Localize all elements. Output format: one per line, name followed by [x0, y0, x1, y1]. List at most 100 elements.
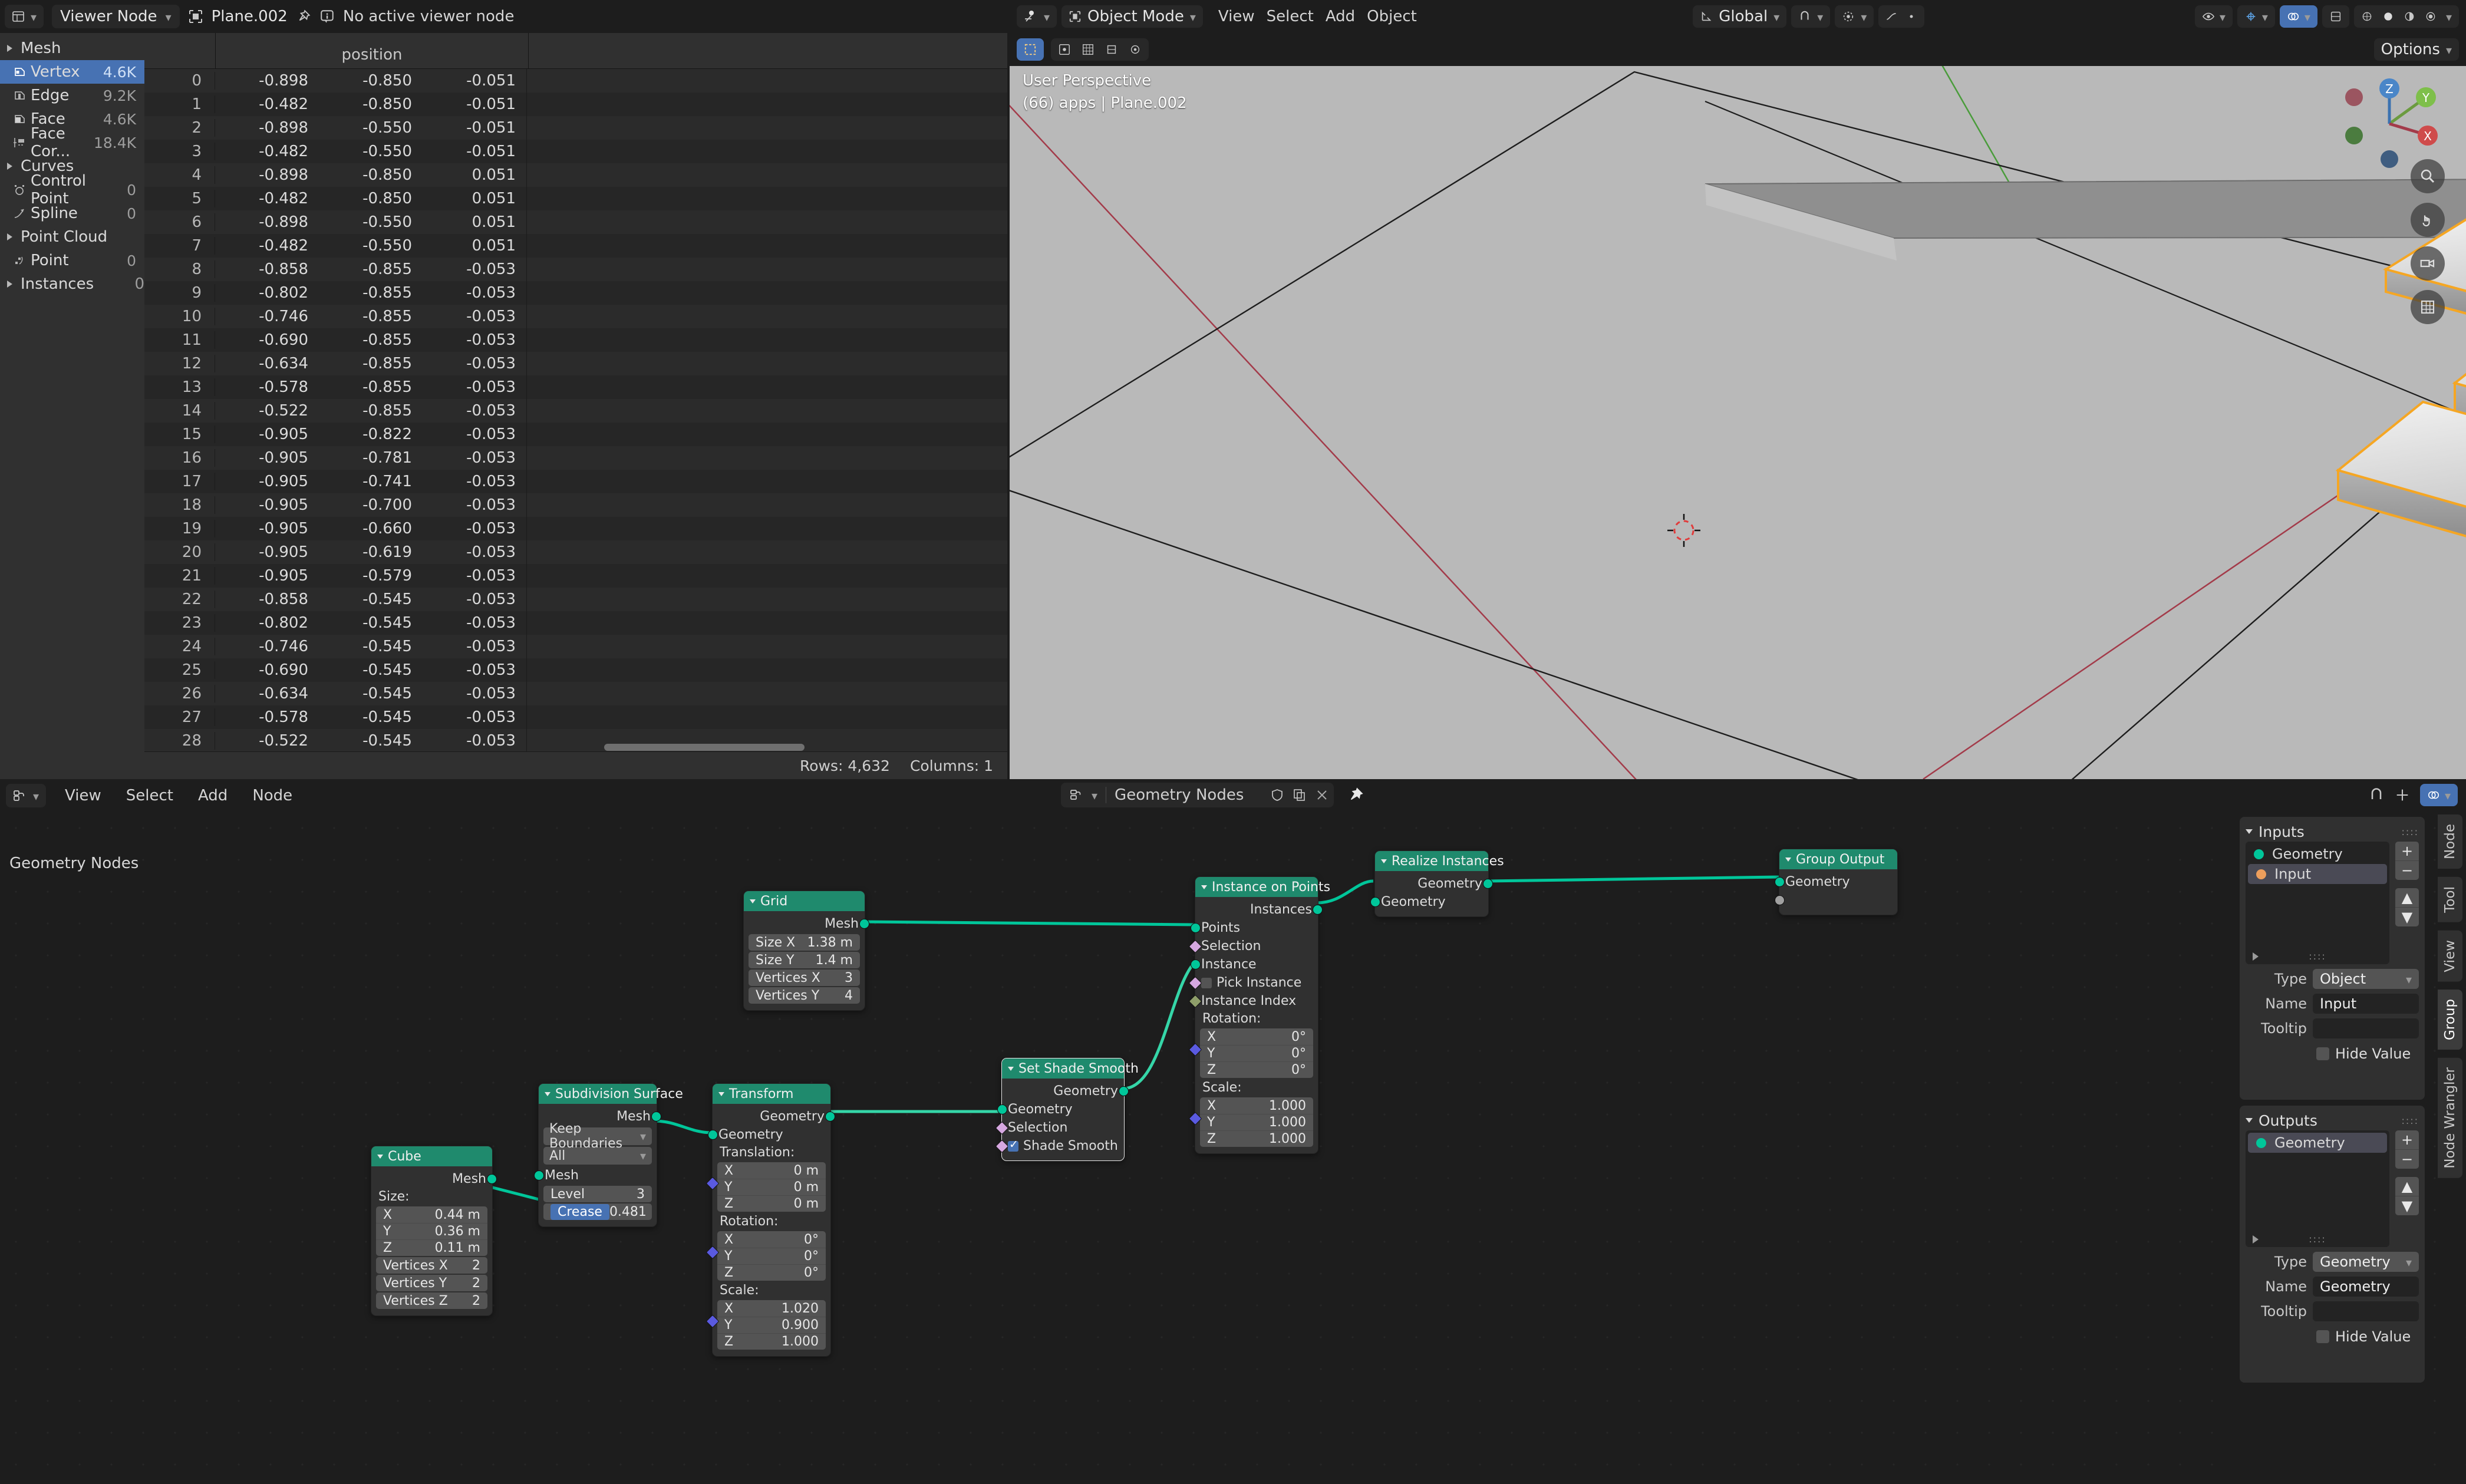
node-header[interactable]: Instance on Points: [1195, 877, 1330, 897]
table-row[interactable]: 1 -0.482 -0.850 -0.051: [144, 93, 1007, 116]
collapse-triangle-icon[interactable]: [1785, 857, 1791, 862]
node-field[interactable]: Crease 0.481: [543, 1203, 652, 1220]
node-group-selector[interactable]: Geometry Nodes: [1061, 783, 1334, 807]
input-socket-row[interactable]: Points: [1191, 919, 1318, 937]
sidebar-item-vertex[interactable]: Vertex 4.6K: [0, 60, 144, 84]
snap-icon[interactable]: [2368, 787, 2385, 803]
output-socket-row[interactable]: Mesh: [371, 1170, 497, 1188]
node-instance-on-points[interactable]: Instance on Points Instances Points Selecti…: [1188, 876, 1330, 1154]
node-field[interactable]: Z 1.000: [1200, 1130, 1313, 1147]
sidebar-item-control-point[interactable]: Control Point 0: [0, 172, 144, 207]
list-item[interactable]: Geometry: [2248, 1133, 2387, 1153]
node-header[interactable]: Grid: [744, 891, 865, 911]
node-grid[interactable]: Grid Mesh Size X 1.38 m Size Y 1.4 m Vertices …: [743, 891, 869, 1011]
output-tooltip-field[interactable]: [2313, 1301, 2419, 1321]
menu-add[interactable]: Add: [1320, 6, 1361, 27]
input-name-field[interactable]: Input: [2313, 994, 2419, 1014]
expand-triangle-icon[interactable]: [2253, 1235, 2259, 1244]
dataset-selector[interactable]: Viewer Node: [52, 5, 180, 28]
node-field[interactable]: Vertices Y 2: [376, 1275, 487, 1291]
remove-input-button[interactable]: −: [2395, 860, 2419, 880]
visibility-selector[interactable]: [2194, 5, 2233, 28]
input-type-select[interactable]: Object: [2313, 969, 2419, 989]
output-hide-value-row[interactable]: Hide Value: [2246, 1328, 2419, 1345]
input-socket-row[interactable]: Instance Index: [1188, 992, 1318, 1010]
output-socket[interactable]: [1483, 879, 1493, 889]
input-hide-value-row[interactable]: Hide Value: [2246, 1046, 2419, 1062]
node-field[interactable]: Size Y 1.4 m: [749, 952, 860, 968]
node-editor-canvas[interactable]: Cube Mesh Size: X 0.44 m Y 0.36 m Z 0.11 m Vertic…: [0, 812, 2466, 1484]
object-mode-selector[interactable]: Object Mode: [1061, 5, 1203, 28]
node-field[interactable]: X 1.000: [1200, 1097, 1313, 1114]
snapping-dropdown-icon[interactable]: [2394, 787, 2411, 803]
proportional-falloff-icon[interactable]: [1129, 43, 1142, 56]
node-field[interactable]: Z 1.000: [717, 1333, 826, 1350]
table-row[interactable]: 9 -0.802 -0.855 -0.053: [144, 281, 1007, 305]
input-socket[interactable]: [1191, 959, 1201, 969]
ortho-toggle-button[interactable]: [2411, 290, 2445, 324]
sidebar-tab-node-wrangler[interactable]: Node Wrangler: [2438, 1058, 2462, 1179]
output-socket-row[interactable]: Geometry: [1375, 875, 1493, 893]
xray-toggle[interactable]: [2322, 5, 2349, 28]
table-row[interactable]: 3 -0.482 -0.550 -0.051: [144, 140, 1007, 163]
hide-value-checkbox[interactable]: [2316, 1047, 2329, 1060]
sidebar-item-edge[interactable]: Edge 9.2K: [0, 84, 144, 107]
output-socket[interactable]: [859, 919, 869, 929]
unlink-icon[interactable]: [1315, 788, 1329, 802]
table-row[interactable]: 10 -0.746 -0.855 -0.053: [144, 305, 1007, 328]
node-field[interactable]: Level 3: [543, 1186, 652, 1202]
fake-user-icon[interactable]: [1270, 788, 1284, 802]
table-row[interactable]: 0 -0.898 -0.850 -0.051: [144, 69, 1007, 93]
output-socket-row[interactable]: Mesh: [539, 1107, 661, 1126]
collapse-triangle-icon[interactable]: [750, 899, 756, 903]
table-row[interactable]: 22 -0.858 -0.545 -0.053: [144, 588, 1007, 611]
input-socket[interactable]: [534, 1170, 544, 1180]
node-field[interactable]: X 0.44 m: [376, 1206, 487, 1223]
sidebar-tab-group[interactable]: Group: [2438, 990, 2462, 1050]
camera-gizmo-button[interactable]: [2411, 246, 2445, 281]
move-output-up-button[interactable]: ▲: [2395, 1177, 2419, 1196]
table-row[interactable]: 23 -0.802 -0.545 -0.053: [144, 611, 1007, 635]
sidebar-tab-view[interactable]: View: [2438, 930, 2462, 982]
input-socket-row[interactable]: Geometry: [1775, 873, 1897, 891]
table-row[interactable]: 19 -0.905 -0.660 -0.053: [144, 517, 1007, 540]
move-output-down-button[interactable]: ▼: [2395, 1196, 2419, 1215]
node-field[interactable]: Vertices Z 2: [376, 1292, 487, 1309]
output-socket-row[interactable]: Mesh: [744, 915, 869, 933]
table-row[interactable]: 16 -0.905 -0.781 -0.053: [144, 446, 1007, 470]
table-row[interactable]: 14 -0.522 -0.855 -0.053: [144, 399, 1007, 423]
overlays-toggle[interactable]: [2419, 784, 2458, 806]
node-field[interactable]: Y 0 m: [717, 1179, 826, 1195]
output-name-field[interactable]: Geometry: [2313, 1277, 2419, 1297]
wireframe-shading-icon[interactable]: [2361, 11, 2373, 22]
node-field[interactable]: Z 0.11 m: [376, 1239, 487, 1256]
output-socket[interactable]: [1313, 905, 1323, 915]
rendered-shading-icon[interactable]: [2425, 11, 2437, 22]
editor-type-selector[interactable]: [1017, 5, 1057, 28]
table-row[interactable]: 28 -0.522 -0.545 -0.053: [144, 729, 1007, 753]
transform-pivot-icon[interactable]: [1058, 43, 1071, 56]
table-row[interactable]: 25 -0.690 -0.545 -0.053: [144, 658, 1007, 682]
node-header[interactable]: Subdivision Surface: [539, 1084, 683, 1104]
move-input-down-button[interactable]: ▼: [2395, 907, 2419, 926]
grid-snap-icon[interactable]: [1082, 43, 1094, 56]
node-checkbox[interactable]: [1008, 1138, 1018, 1152]
input-socket[interactable]: [1775, 877, 1785, 887]
shading-modes[interactable]: [2353, 5, 2459, 28]
node-header[interactable]: Transform: [713, 1084, 830, 1104]
move-input-up-button[interactable]: ▲: [2395, 888, 2419, 907]
input-socket-row[interactable]: Geometry: [1370, 893, 1488, 911]
table-row[interactable]: 11 -0.690 -0.855 -0.053: [144, 328, 1007, 352]
node-field[interactable]: Y 0°: [1200, 1045, 1313, 1061]
menu-object[interactable]: Object: [1361, 6, 1423, 27]
material-shading-icon[interactable]: [2404, 11, 2415, 22]
sidebar-tab-tool[interactable]: Tool: [2438, 877, 2462, 922]
viewport-canvas[interactable]: [1010, 66, 2466, 779]
node-field[interactable]: X 0°: [1200, 1028, 1313, 1045]
gizmo-toggle[interactable]: [2237, 5, 2275, 28]
sidebar-tab-node[interactable]: Node: [2438, 814, 2462, 869]
pan-gizmo-button[interactable]: [2411, 203, 2445, 237]
pin-icon[interactable]: [1347, 786, 1364, 804]
outputs-list[interactable]: Geometry ::::: [2246, 1130, 2389, 1247]
node-field[interactable]: Z 0°: [1200, 1061, 1313, 1078]
